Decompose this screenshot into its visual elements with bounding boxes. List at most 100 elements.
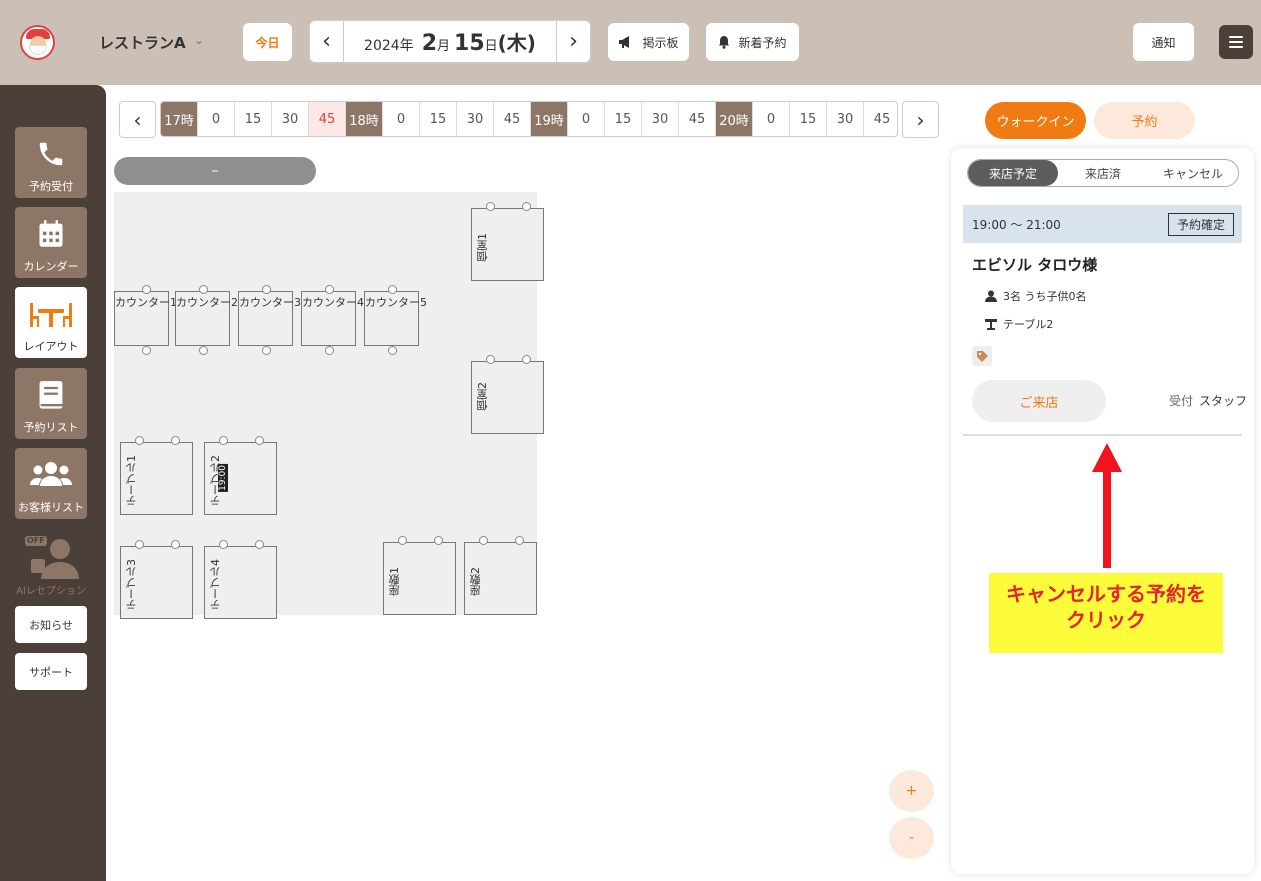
timeline-slot[interactable]: 0 [568,102,605,136]
seat-marker [388,285,397,294]
timeline-next-button[interactable]: › [902,101,939,138]
new-reservation-button[interactable]: 新着予約 [706,23,799,61]
prev-date-button[interactable]: ‹ [310,21,344,62]
table-label: テーブル3 [125,559,138,610]
timeline-slot[interactable]: 30 [272,102,309,136]
store-name[interactable]: レストランA [99,32,186,53]
reception-staff: 受付 スタッフ [1169,394,1248,408]
sidebar-item-layout[interactable]: レイアウト [15,287,87,358]
floor-table[interactable]: 座敷1 [383,536,456,615]
table-label: カウンター3 [239,296,301,309]
table-label: カウンター2 [176,296,238,309]
timeline-slot[interactable]: 19時 [531,102,568,136]
seat-marker [142,346,151,355]
ai-reception-button[interactable]: OFF AIレセプション [15,531,87,597]
timeline-slot[interactable]: 0 [198,102,235,136]
reservation-card-header[interactable]: 19:00 〜 21:00 予約確定 [963,205,1242,243]
news-button[interactable]: お知らせ [15,606,87,643]
timeline-slot[interactable]: 30 [642,102,679,136]
seat-marker [171,436,180,445]
tag-button[interactable] [972,346,992,366]
floor-table[interactable]: テーブル4 [204,540,277,619]
status-badge: 予約確定 [1167,212,1234,236]
floor-table[interactable]: カウンター2 [175,285,238,355]
floor-table[interactable]: 個室2 [471,355,544,434]
hamburger-menu-button[interactable] [1219,25,1253,59]
timeline-slot[interactable]: 15 [235,102,272,136]
seat-marker [135,540,144,549]
top-bar: レストランA ⌄ 今日 ‹ 2024年 2 月 15 日 (木) › 掲示板 新… [0,0,1261,85]
timeline-slot[interactable]: 45 [679,102,716,136]
divider [963,434,1242,436]
seat-marker [388,346,397,355]
seat-marker [522,202,531,211]
floor-table[interactable]: カウンター3 [238,285,301,355]
seat-marker [262,285,271,294]
timeline-slot[interactable]: 20時 [716,102,753,136]
floor-table[interactable]: カウンター5 [364,285,427,355]
next-date-button[interactable]: › [556,21,590,62]
timeline-slot[interactable]: 45 [864,102,897,136]
seat-marker [486,355,495,364]
sidebar-item-calendar[interactable]: カレンダー [15,207,87,278]
party-info: 3名 うち子供0名 [985,288,1087,304]
zoom-out-button[interactable]: - [889,817,934,859]
chevron-down-icon[interactable]: ⌄ [194,33,204,47]
calendar-icon [39,220,63,247]
seat-marker [135,436,144,445]
table-info: テーブル2 [985,316,1053,332]
timeline-slot[interactable]: 17時 [161,102,198,136]
visit-button[interactable]: ご来店 [972,380,1106,422]
zoom-in-button[interactable]: + [889,770,934,812]
timeline-slot[interactable]: 15 [605,102,642,136]
timeline-slot[interactable]: 0 [753,102,790,136]
table-label: テーブル4 [209,559,222,610]
person-icon [985,290,997,302]
notify-button[interactable]: 通知 [1133,23,1194,61]
floor-table[interactable]: テーブル1 [120,436,193,515]
timeline-slot[interactable]: 15 [790,102,827,136]
table-label: 座敷1 [388,567,401,596]
hamburger-icon [1229,36,1243,48]
table-label: カウンター1 [115,296,177,309]
table-label: カウンター5 [365,296,427,309]
floor-table[interactable]: カウンター1 [114,285,177,355]
floor-table[interactable]: 個室1 [471,202,544,281]
floor-table[interactable]: 座敷2 [464,536,537,615]
seat-marker [171,540,180,549]
timeline-prev-button[interactable]: ‹ [119,101,156,138]
timeline-slot[interactable]: 18時 [346,102,383,136]
timeline-slot[interactable]: 45 [309,102,346,136]
seat-marker [199,346,208,355]
walkin-button[interactable]: ウォークイン [985,102,1086,139]
timeline-slot[interactable]: 0 [383,102,420,136]
seat-marker [325,346,334,355]
today-button[interactable]: 今日 [243,23,292,61]
tab-scheduled[interactable]: 来店予定 [968,160,1058,186]
guest-name[interactable]: エビソル タロウ様 [972,254,1097,275]
sidebar-item-reservation-list[interactable]: 予約リスト [15,368,87,439]
support-button[interactable]: サポート [15,653,87,690]
timeline-slot[interactable]: 30 [457,102,494,136]
area-tab[interactable]: – [114,157,316,185]
tab-cancelled[interactable]: キャンセル [1148,160,1238,186]
board-button[interactable]: 掲示板 [608,23,689,61]
table-label: カウンター4 [302,296,364,309]
table-label: テーブル1 [125,455,138,506]
timeline-slot[interactable]: 30 [827,102,864,136]
current-date[interactable]: 2024年 2 月 15 日 (木) [344,21,556,62]
seat-marker [398,536,407,545]
tab-visited[interactable]: 来店済 [1058,160,1148,186]
phone-icon [39,142,63,166]
sidebar-item-customer-list[interactable]: お客様リスト [15,448,87,519]
sidebar-item-reception[interactable]: 予約受付 [15,127,87,198]
floor-table[interactable]: テーブル2 19:00 [204,436,277,515]
date-selector: ‹ 2024年 2 月 15 日 (木) › [309,20,591,63]
restaurant-logo[interactable] [20,25,55,60]
floor-table[interactable]: カウンター4 [301,285,364,355]
reserve-button[interactable]: 予約 [1094,102,1195,139]
floor-table[interactable]: テーブル3 [120,540,193,619]
timeline-slot[interactable]: 45 [494,102,531,136]
reservation-time-badge: 19:00 [218,464,228,492]
timeline-slot[interactable]: 15 [420,102,457,136]
